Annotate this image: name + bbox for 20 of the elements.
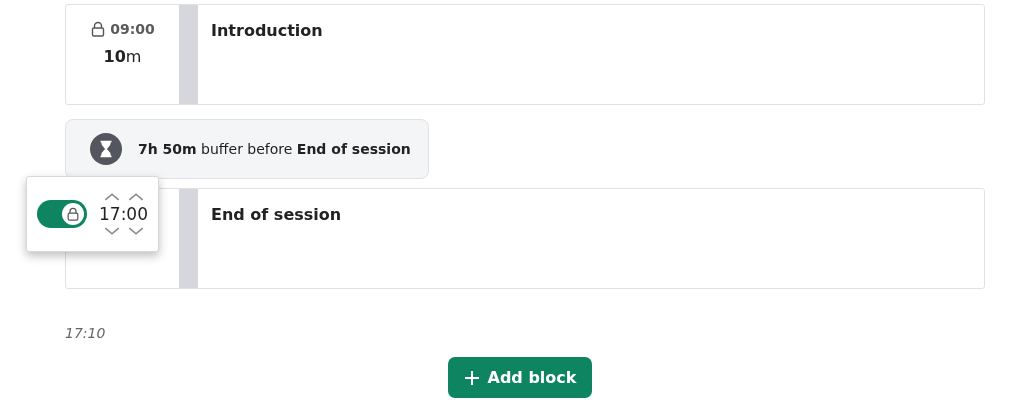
hourglass-icon bbox=[90, 133, 122, 165]
lock-icon bbox=[66, 207, 80, 221]
chevron-up-icon[interactable] bbox=[127, 192, 144, 202]
buffer-text: 7h 50m buffer before End of session bbox=[138, 141, 411, 157]
block-title: Introduction bbox=[210, 20, 323, 40]
chevron-up-icon[interactable] bbox=[103, 192, 120, 202]
drag-handle[interactable] bbox=[179, 5, 198, 104]
time-value[interactable]: 17:00 bbox=[99, 204, 148, 224]
lock-toggle[interactable] bbox=[37, 200, 87, 228]
end-time: 17:10 bbox=[65, 325, 107, 341]
chevron-down-icon[interactable] bbox=[103, 226, 120, 236]
add-block-button[interactable]: Add block bbox=[447, 357, 593, 398]
plus-icon bbox=[463, 369, 480, 386]
chevron-down-icon[interactable] bbox=[127, 226, 144, 236]
lock-icon bbox=[90, 21, 107, 37]
drag-handle[interactable] bbox=[179, 189, 198, 288]
block-card[interactable]: 09:00 10m Introduction bbox=[65, 4, 985, 105]
block-duration: 10m bbox=[103, 47, 142, 66]
block-title: End of session bbox=[210, 204, 342, 224]
start-time: 09:00 bbox=[110, 21, 155, 37]
